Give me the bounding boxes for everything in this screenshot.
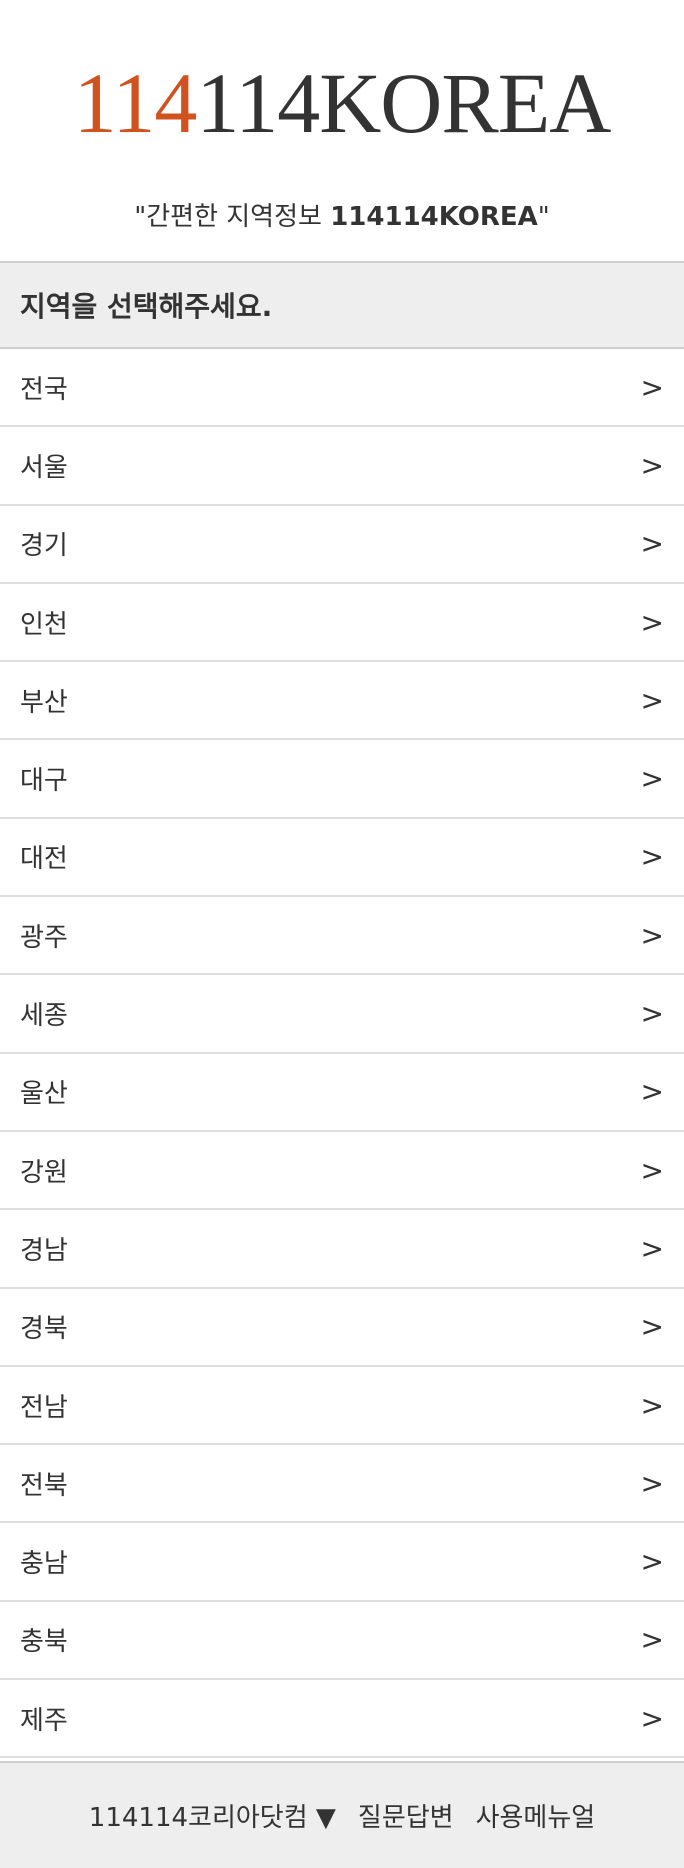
region-item-all[interactable]: 전국 > (0, 349, 684, 428)
user-manual-link[interactable]: 사용메뉴얼 (476, 1797, 596, 1834)
chevron-right-icon: > (640, 918, 664, 952)
region-label: 전북 (20, 1470, 68, 1501)
region-item-ulsan[interactable]: 울산 > (0, 1053, 684, 1132)
region-label: 경기 (20, 531, 68, 562)
region-item-chungbuk[interactable]: 충북 > (0, 1601, 684, 1681)
region-item-jeju[interactable]: 제주 > (0, 1680, 684, 1759)
site-logo[interactable]: 114114KOREA (0, 0, 684, 162)
region-label: 경북 (20, 1314, 68, 1345)
chevron-right-icon: > (640, 1310, 664, 1344)
logo-accent-text: 114 (73, 55, 198, 151)
region-label: 전국 (20, 374, 68, 405)
region-label: 울산 (20, 1079, 68, 1110)
region-label: 세종 (20, 1001, 68, 1032)
region-item-chungnam[interactable]: 충남 > (0, 1523, 684, 1602)
region-item-gyeongnam[interactable]: 경남 > (0, 1210, 684, 1289)
region-item-gangwon[interactable]: 강원 > (0, 1131, 684, 1211)
site-menu-dropdown-link[interactable]: 114114코리아닷컴 ▼ (89, 1797, 336, 1834)
region-label: 강원 (20, 1157, 68, 1188)
region-label: 충남 (20, 1549, 68, 1580)
tagline-prefix: "간편한 지역정보 (134, 202, 331, 232)
region-item-gyeonggi[interactable]: 경기 > (0, 505, 684, 584)
qa-link[interactable]: 질문답변 (358, 1797, 454, 1834)
chevron-right-icon: > (640, 448, 664, 482)
chevron-right-icon: > (640, 605, 664, 639)
region-label: 인천 (20, 609, 68, 640)
chevron-right-icon: > (640, 1231, 664, 1265)
region-item-jeonnam[interactable]: 전남 > (0, 1366, 684, 1446)
chevron-right-icon: > (640, 1075, 664, 1109)
region-select-heading: 지역을 선택해주세요. (0, 261, 684, 349)
region-label: 서울 (20, 452, 68, 483)
region-item-sejong[interactable]: 세종 > (0, 975, 684, 1054)
region-item-daegu[interactable]: 대구 > (0, 740, 684, 819)
region-item-seoul[interactable]: 서울 > (0, 427, 684, 506)
region-item-jeonbuk[interactable]: 전북 > (0, 1445, 684, 1524)
chevron-right-icon: > (640, 762, 664, 796)
chevron-right-icon: > (640, 840, 664, 874)
chevron-right-icon: > (640, 997, 664, 1031)
region-item-daejeon[interactable]: 대전 > (0, 818, 684, 898)
chevron-right-icon: > (640, 1623, 664, 1657)
chevron-right-icon: > (640, 683, 664, 717)
region-label: 대구 (20, 766, 68, 797)
region-label: 경남 (20, 1235, 68, 1266)
site-header: 114114KOREA "간편한 지역정보 114114KOREA" (0, 0, 684, 261)
logo-main-text: 114KOREA (196, 55, 611, 151)
region-label: 광주 (20, 922, 68, 953)
region-item-gwangju[interactable]: 광주 > (0, 897, 684, 976)
region-item-busan[interactable]: 부산 > (0, 662, 684, 741)
chevron-right-icon: > (640, 370, 664, 404)
region-label: 부산 (20, 687, 68, 718)
region-item-gyeongbuk[interactable]: 경북 > (0, 1288, 684, 1367)
site-footer: 114114코리아닷컴 ▼ 질문답변 사용메뉴얼 (0, 1761, 684, 1868)
chevron-right-icon: > (640, 1388, 664, 1422)
chevron-right-icon: > (640, 527, 664, 561)
region-label: 제주 (20, 1705, 68, 1736)
tagline: "간편한 지역정보 114114KOREA" (0, 204, 684, 230)
region-item-incheon[interactable]: 인천 > (0, 583, 684, 663)
tagline-suffix: " (537, 202, 550, 232)
chevron-right-icon: > (640, 1153, 664, 1187)
chevron-right-icon: > (640, 1545, 664, 1579)
region-label: 대전 (20, 844, 68, 875)
chevron-right-icon: > (640, 1466, 664, 1500)
region-label: 전남 (20, 1392, 68, 1423)
region-label: 충북 (20, 1627, 68, 1658)
chevron-right-icon: > (640, 1701, 664, 1735)
region-list: 전국 > 서울 > 경기 > 인천 > 부산 > 대구 > 대전 > 광주 > 세종 > 울산 > … (0, 349, 684, 1759)
tagline-brand: 114114KOREA (330, 202, 538, 232)
